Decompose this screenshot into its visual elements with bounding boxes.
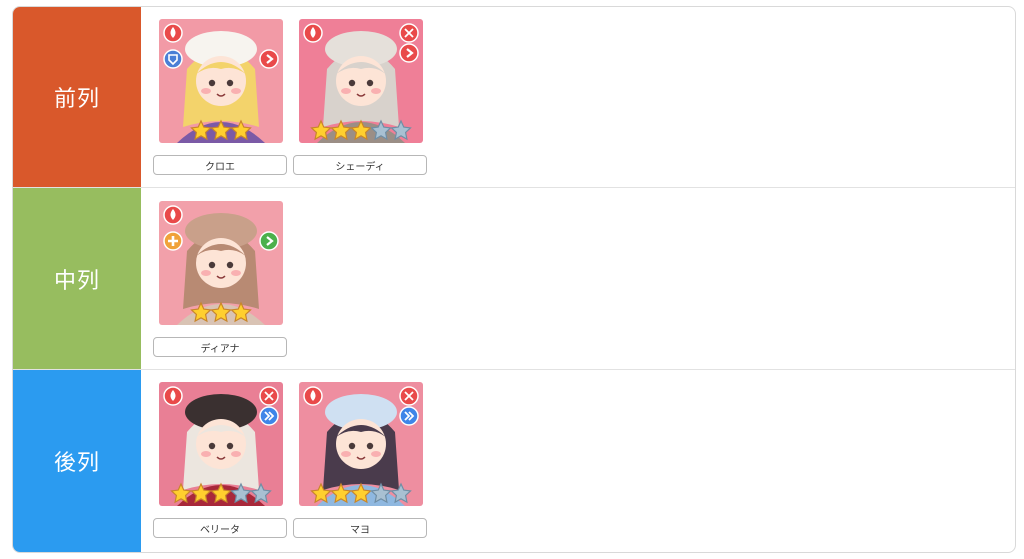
back-arrow-icon <box>259 406 279 426</box>
element-flame-icon <box>163 205 183 225</box>
row-label-middle: 中列 <box>13 188 141 369</box>
character-name: シェーディ <box>293 155 427 175</box>
character-name: クロエ <box>153 155 287 175</box>
forward-arrow-icon <box>259 231 279 251</box>
scissors-icon <box>259 386 279 406</box>
row-content-front: クロエ シェーディ <box>141 7 1015 187</box>
character-portrait[interactable] <box>299 19 423 143</box>
element-flame-icon <box>163 386 183 406</box>
element-flame-icon <box>303 23 323 43</box>
cross-icon <box>163 231 183 251</box>
character-name: ディアナ <box>153 337 287 357</box>
row-label-front: 前列 <box>13 7 141 187</box>
scissors-icon <box>399 386 419 406</box>
character-portrait[interactable] <box>159 19 283 143</box>
character-name: ベリータ <box>153 518 287 538</box>
character-name: マヨ <box>293 518 427 538</box>
forward-arrow-icon <box>259 49 279 69</box>
row-front: 前列 クロエ シェーディ <box>13 7 1015 187</box>
row-content-middle: ディアナ <box>141 188 1015 369</box>
character-portrait[interactable] <box>299 382 423 506</box>
shield-icon <box>163 49 183 69</box>
character-portrait[interactable] <box>159 382 283 506</box>
element-flame-icon <box>303 386 323 406</box>
row-back: 後列 ベリータ マヨ <box>13 370 1015 552</box>
scissors-icon <box>399 23 419 43</box>
forward-arrow-icon <box>399 43 419 63</box>
element-flame-icon <box>163 23 183 43</box>
row-content-back: ベリータ マヨ <box>141 370 1015 552</box>
row-label-back: 後列 <box>13 370 141 552</box>
row-middle: 中列 ディアナ <box>13 188 1015 369</box>
party-formation-panel: 前列 クロエ シェーディ 中列 ディアナ 後列 ベリータ マヨ <box>12 6 1016 553</box>
character-portrait[interactable] <box>159 201 283 325</box>
back-arrow-icon <box>399 406 419 426</box>
